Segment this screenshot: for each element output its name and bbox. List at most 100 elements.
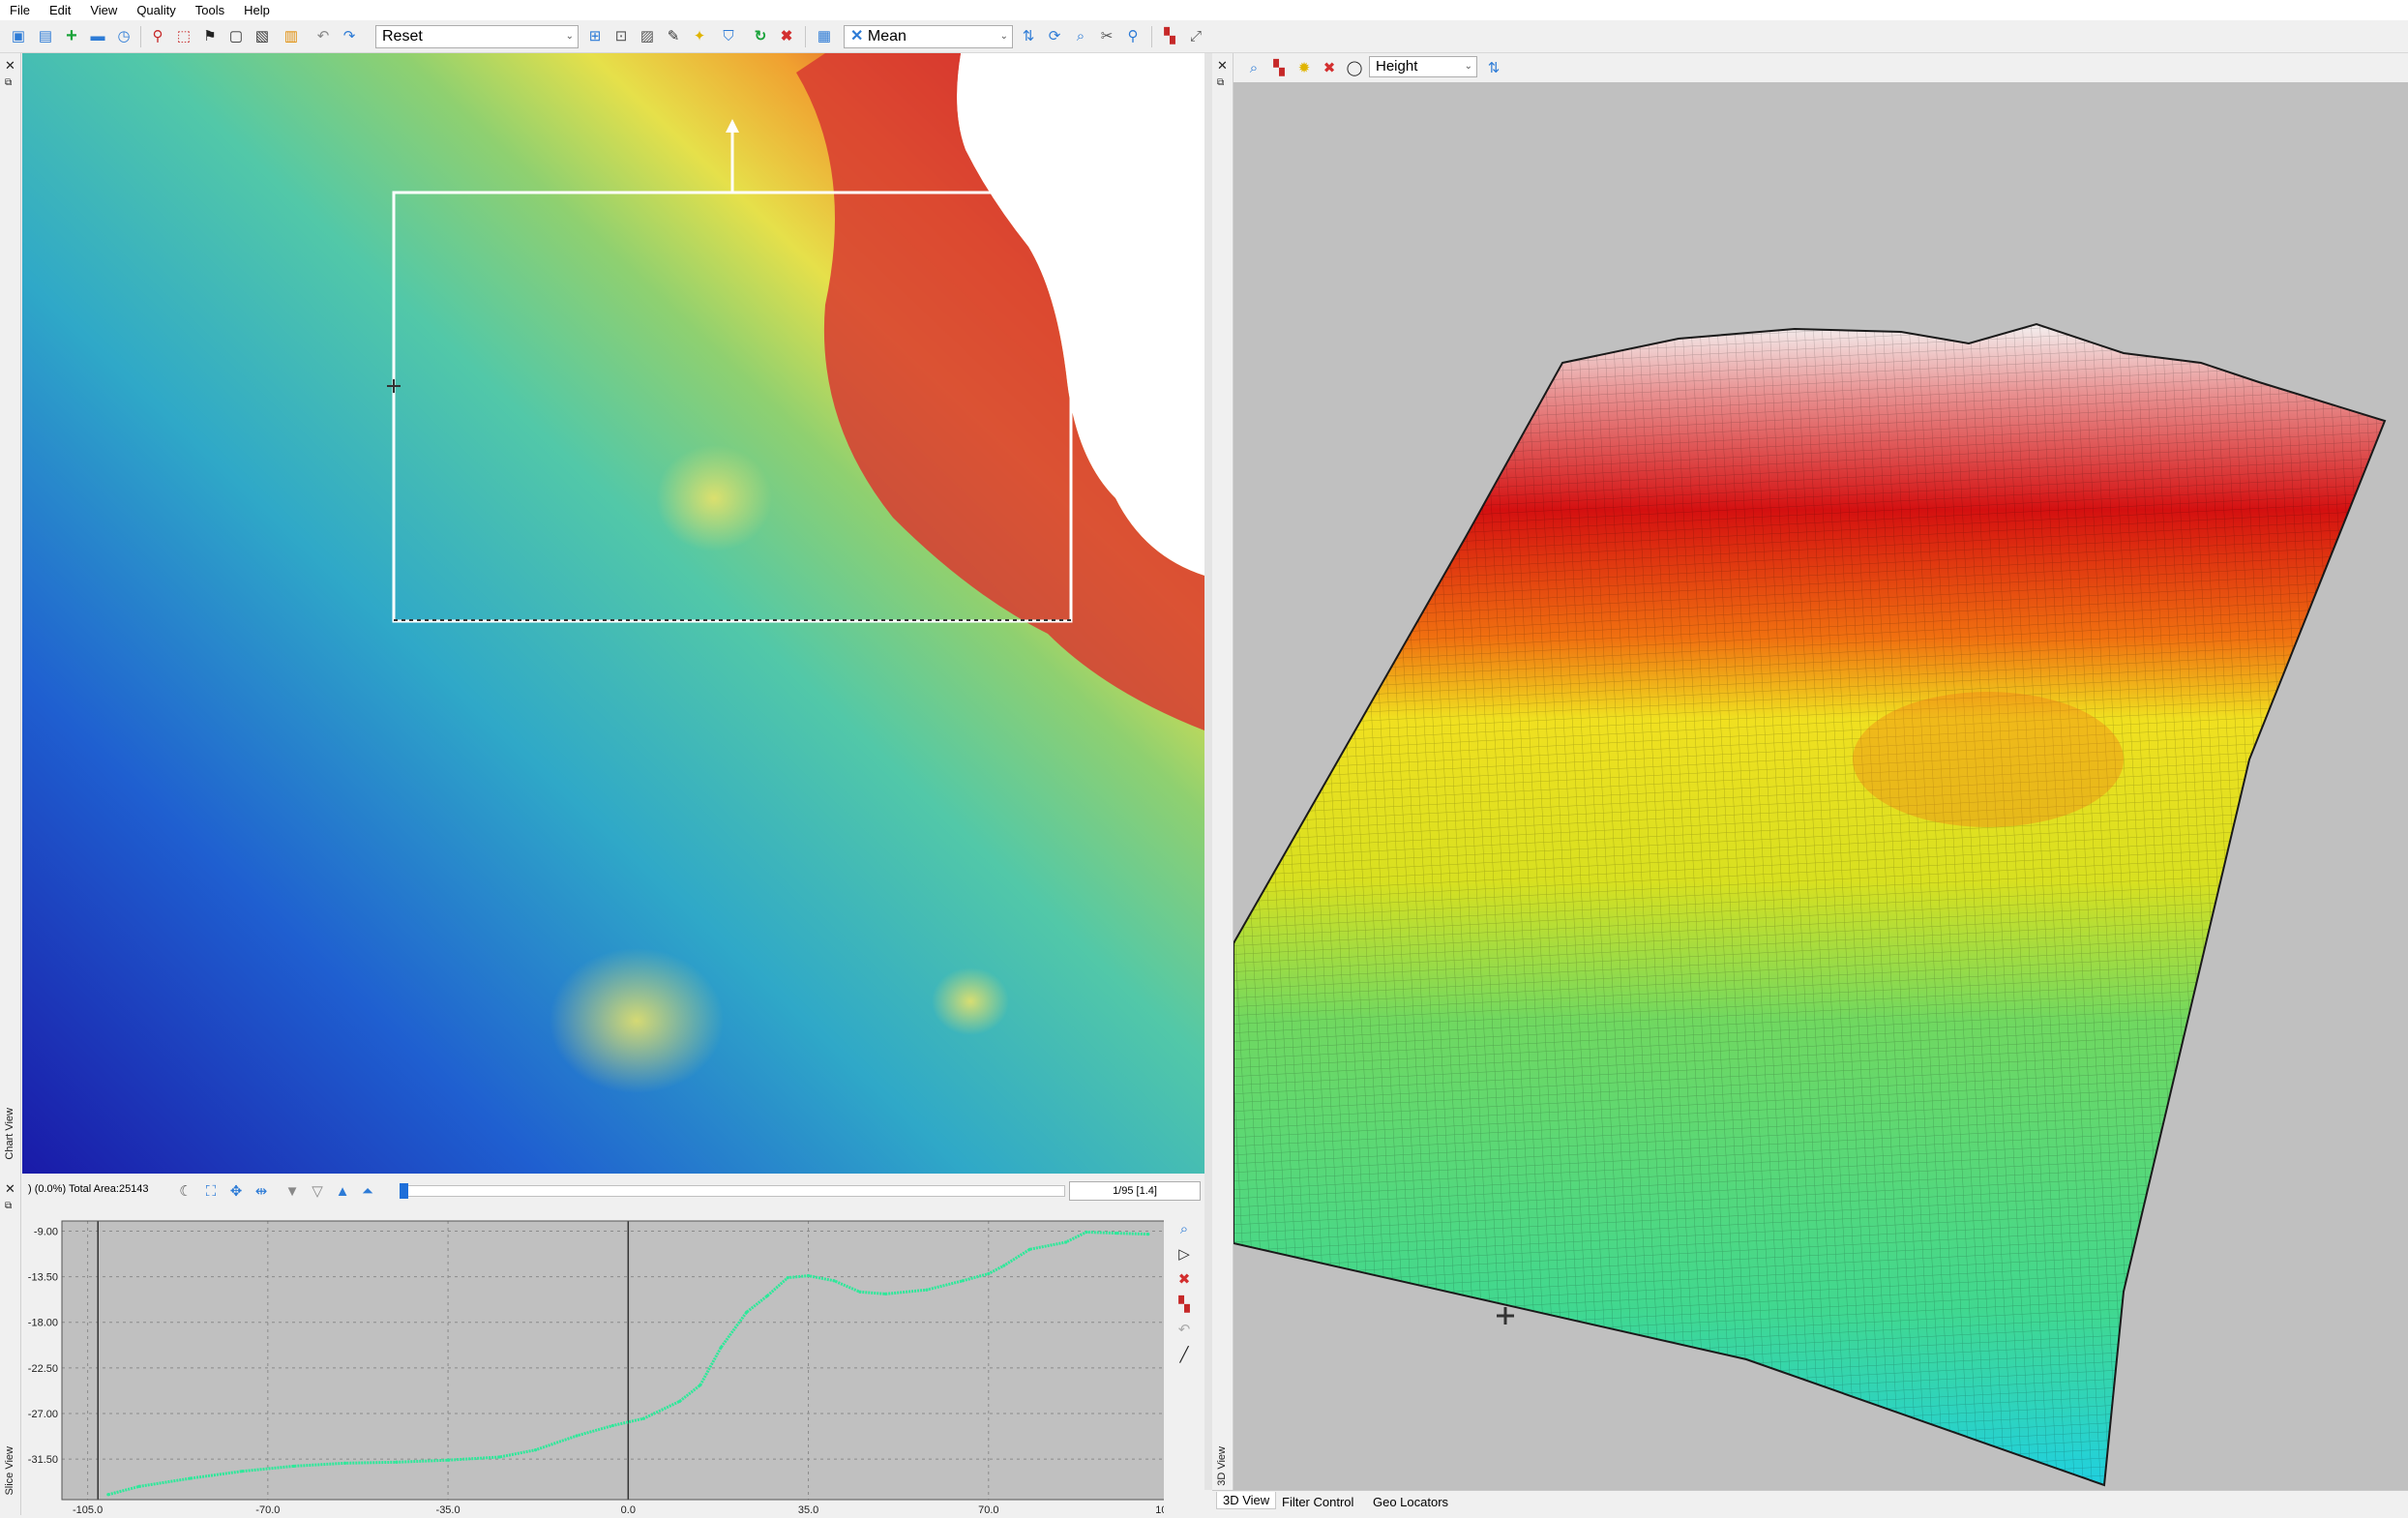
triangle-down-grey-icon[interactable]: ▼ (282, 1180, 303, 1202)
lasso-icon[interactable]: ◯ (1344, 57, 1365, 78)
rect-select-icon[interactable]: ▢ (225, 25, 247, 46)
profile-point (533, 1448, 538, 1452)
view3d-side-tab[interactable]: 3D View (1216, 1446, 1228, 1486)
slice-profile-chart[interactable]: -9.00 -13.50 -18.00 -22.50 -27.00 -31.50 -105.… (22, 1209, 1185, 1516)
open-project-icon[interactable]: ▣ (8, 25, 29, 46)
profile-point (745, 1310, 749, 1314)
filter-select[interactable]: Reset ⌄ (375, 25, 579, 48)
filter-area-icon[interactable]: ▨ (637, 25, 658, 46)
close-icon[interactable]: ✖ (776, 25, 797, 46)
region-select-icon[interactable]: ▧ (252, 25, 273, 46)
menu-quality[interactable]: Quality (127, 0, 185, 20)
delete-icon[interactable]: ✖ (1174, 1268, 1195, 1290)
filter-edit-icon[interactable]: ⊞ (584, 25, 606, 46)
highlight-icon[interactable]: ✦ (689, 25, 710, 46)
page-indicator: 1/95 [1.4] (1069, 1181, 1201, 1201)
x-tick-label: 0.0 (621, 1504, 636, 1515)
chart-view[interactable] (22, 53, 1204, 1174)
y-tick-label: -13.50 (28, 1272, 58, 1284)
chart-float-icon[interactable]: ⧉ (5, 76, 12, 89)
search-icon[interactable]: ⚲ (1122, 25, 1144, 46)
filter-select-icon[interactable]: ⊡ (610, 25, 632, 46)
clock-icon[interactable]: ◷ (113, 25, 134, 46)
rotate-icon[interactable]: ☾ (175, 1180, 196, 1202)
pin-icon[interactable]: ⚑ (199, 25, 221, 46)
sync-icon[interactable]: ⇅ (1018, 25, 1039, 46)
undo-icon[interactable]: ↶ (1174, 1319, 1195, 1340)
pane-splitter[interactable] (1204, 53, 1212, 1490)
cursor-icon[interactable]: ▷ (1174, 1243, 1195, 1265)
profile-point (1115, 1231, 1119, 1235)
triangle-up-icon[interactable]: ▲ (332, 1180, 353, 1202)
magnet-icon[interactable]: ⚲ (147, 25, 168, 46)
zoom-icon[interactable]: ⌕ (1070, 25, 1091, 46)
select-area-icon[interactable]: ⬚ (173, 25, 194, 46)
profile-point (858, 1290, 862, 1294)
x-tick-label: 70.0 (978, 1504, 998, 1515)
menu-help[interactable]: Help (234, 0, 280, 20)
surface-icon[interactable]: ▦ (814, 25, 835, 46)
measure-icon[interactable]: ✂ (1096, 25, 1117, 46)
tab-3d-view[interactable]: 3D View (1216, 1492, 1277, 1509)
page-slider-track[interactable] (400, 1185, 1065, 1197)
add-icon[interactable]: + (61, 25, 82, 46)
menu-view[interactable]: View (80, 0, 127, 20)
layers-icon[interactable]: ▬ (87, 25, 108, 46)
pan-icon[interactable]: ✥ (225, 1180, 247, 1202)
undo-icon[interactable]: ↶ (312, 25, 334, 46)
delete-icon[interactable]: ✖ (1319, 57, 1340, 78)
brush-icon[interactable]: ✎ (663, 25, 684, 46)
crosshair-icon (1497, 1307, 1514, 1325)
grid-icon[interactable]: ▚ (1268, 57, 1290, 78)
chart-close-icon[interactable]: ✕ (5, 59, 15, 72)
slice-float-icon[interactable]: ⧉ (5, 1200, 12, 1212)
view3d-close-icon[interactable]: ✕ (1217, 59, 1228, 72)
surface-icon-small: ✕ (850, 28, 864, 45)
profile-point (641, 1416, 645, 1420)
terrain-3d-surface[interactable] (1234, 82, 2408, 1490)
light-bulb-icon[interactable]: ✹ (1293, 57, 1315, 78)
slice-close-icon[interactable]: ✕ (5, 1182, 15, 1195)
page-slider-thumb[interactable] (400, 1183, 408, 1199)
profile-point (677, 1399, 682, 1404)
surface-select[interactable]: ✕ Mean ⌄ (844, 25, 1013, 48)
redo-icon[interactable]: ↷ (339, 25, 360, 46)
bar-chart-icon[interactable]: ▥ (281, 25, 302, 46)
view3d-float-icon[interactable]: ⧉ (1217, 76, 1224, 89)
slice-view-tab[interactable]: Slice View (4, 1446, 15, 1496)
profile-point (765, 1294, 769, 1298)
expand-icon[interactable]: ⤢ (1185, 25, 1206, 46)
sync-icon[interactable]: ⇅ (1483, 57, 1504, 78)
triangle-up-stack-icon[interactable]: ⏶ (357, 1180, 378, 1202)
grid-icon[interactable]: ▚ (1174, 1294, 1195, 1315)
refresh-icon[interactable]: ↻ (750, 25, 771, 46)
tab-geo-locators[interactable]: Geo Locators (1373, 1495, 1448, 1509)
reload-icon[interactable]: ⟳ (1044, 25, 1065, 46)
grid-tool-icon[interactable]: ▚ (1159, 25, 1180, 46)
line-tool-icon[interactable]: ╱ (1174, 1344, 1195, 1365)
bottom-tab-bar: 3D View Filter Control Geo Locators (1212, 1490, 2408, 1515)
chevron-down-icon: ⌄ (1464, 61, 1472, 72)
tab-filter-control[interactable]: Filter Control (1282, 1495, 1353, 1509)
profile-point (343, 1461, 347, 1465)
attribute-select[interactable]: Height ⌄ (1369, 56, 1477, 77)
zoom-icon[interactable]: ⌕ (1243, 57, 1264, 78)
profile-point (925, 1288, 929, 1292)
open-folder-icon[interactable]: ▤ (35, 25, 56, 46)
right-dock-strip: ✕ ⧉ 3D View (1212, 53, 1234, 1490)
menu-edit[interactable]: Edit (40, 0, 80, 20)
bathymetry-map[interactable] (22, 53, 1204, 1174)
view3d-canvas[interactable] (1234, 82, 2408, 1490)
y-tick-label: -18.00 (28, 1318, 58, 1329)
menu-tools[interactable]: Tools (186, 0, 234, 20)
menu-file[interactable]: File (0, 0, 40, 20)
y-tick-label: -22.50 (28, 1363, 58, 1375)
zoom-icon[interactable]: ⌕ (1174, 1218, 1195, 1239)
fit-view-icon[interactable]: ⛶ (200, 1180, 222, 1202)
apply-filter-icon[interactable]: ⛉ (718, 25, 739, 46)
profile-point (395, 1460, 399, 1464)
chart-view-tab[interactable]: Chart View (4, 1108, 15, 1160)
triangle-down-icon[interactable]: ▽ (307, 1180, 328, 1202)
split-icon[interactable]: ⇹ (251, 1180, 272, 1202)
y-tick-label: -31.50 (28, 1454, 58, 1466)
